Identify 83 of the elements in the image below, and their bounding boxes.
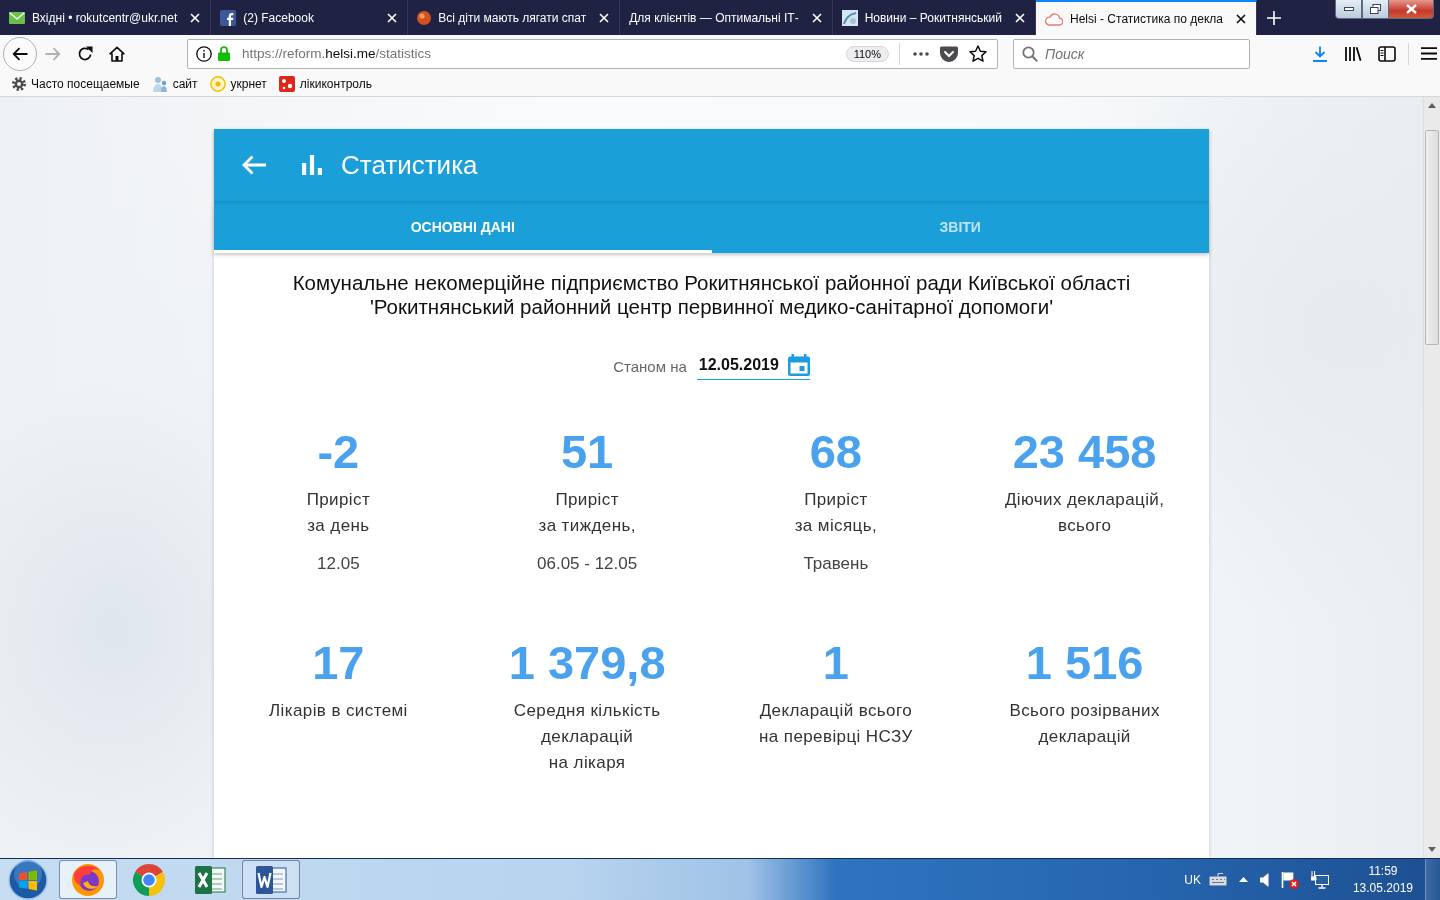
stat-period: 12.05 bbox=[317, 553, 360, 575]
chrome-icon bbox=[132, 862, 166, 897]
scrollbar[interactable] bbox=[1423, 97, 1440, 858]
pocket-icon[interactable] bbox=[940, 45, 958, 62]
menu-icon[interactable] bbox=[1421, 47, 1437, 60]
zoom-level-button[interactable]: 110% bbox=[845, 45, 889, 62]
start-orb-icon[interactable] bbox=[8, 859, 48, 900]
date-field[interactable]: 12.05.2019 bbox=[696, 354, 810, 380]
keyboard-icon[interactable] bbox=[1208, 873, 1227, 886]
close-window-button[interactable] bbox=[1389, 0, 1434, 19]
bar-chart-icon bbox=[302, 155, 322, 175]
spreadsheet-icon bbox=[194, 863, 226, 896]
star-icon[interactable] bbox=[969, 45, 987, 62]
back-arrow-icon[interactable] bbox=[241, 155, 266, 175]
gear-icon bbox=[12, 77, 26, 91]
stat-value: 23 458 bbox=[1012, 426, 1157, 478]
flag-icon[interactable] bbox=[1280, 870, 1299, 889]
close-icon[interactable] bbox=[1235, 13, 1246, 24]
stat-label: Приріст за місяць, bbox=[794, 489, 878, 537]
calendar-icon[interactable] bbox=[787, 354, 810, 376]
reload-icon[interactable] bbox=[77, 45, 93, 62]
back-arrow-icon bbox=[12, 46, 28, 61]
scroll-down-icon[interactable] bbox=[1428, 847, 1436, 852]
firefox-icon bbox=[71, 862, 105, 897]
scrollbar-thumb[interactable] bbox=[1425, 130, 1439, 345]
stat-label: Всього розірваних декларацій bbox=[1009, 700, 1160, 748]
stat-label: Декларацій всього на перевірці НСЗУ bbox=[759, 700, 913, 748]
thumbnail-icon bbox=[841, 9, 858, 26]
network-icon[interactable] bbox=[1310, 870, 1329, 889]
minimize-button[interactable] bbox=[1335, 0, 1362, 19]
date-label: Станом на bbox=[613, 358, 687, 377]
stat-label: Лікарів в системі bbox=[269, 700, 408, 722]
restore-button[interactable] bbox=[1362, 0, 1389, 19]
ring-icon bbox=[209, 76, 226, 92]
close-icon bbox=[1405, 4, 1417, 14]
cloud-icon bbox=[1045, 11, 1063, 26]
stat-label: Приріст за день bbox=[306, 489, 371, 537]
document-icon bbox=[255, 863, 287, 896]
taskbar-button[interactable] bbox=[242, 860, 300, 899]
minimize-icon bbox=[1343, 7, 1354, 11]
scroll-up-icon[interactable] bbox=[1428, 103, 1436, 108]
stat-label: Середня кількість декларацій на лікаря bbox=[513, 700, 661, 774]
lock-icon bbox=[218, 46, 230, 61]
stat-value: 17 bbox=[312, 637, 365, 689]
stat-label: Приріст за тиждень, bbox=[538, 489, 636, 537]
speaker-icon[interactable] bbox=[1259, 872, 1269, 887]
stat-label: Діючих декларацій, всього bbox=[1004, 489, 1165, 537]
stat-value: 1 379,8 bbox=[508, 637, 666, 689]
bookmark-link[interactable]: лікиконтроль bbox=[278, 76, 372, 92]
search-field[interactable]: Поиск bbox=[1013, 38, 1250, 69]
pills-icon bbox=[278, 76, 295, 92]
stat-value: -2 bbox=[317, 426, 360, 478]
bookmark-link[interactable]: укрнет bbox=[209, 76, 267, 92]
bookmark-link[interactable]: сайт bbox=[151, 76, 198, 92]
envelope-icon bbox=[9, 11, 25, 24]
people-icon bbox=[151, 76, 168, 92]
page-title: Статистика bbox=[341, 149, 478, 181]
home-icon[interactable] bbox=[109, 45, 125, 62]
download-icon[interactable] bbox=[1312, 45, 1328, 62]
clock[interactable]: 11:59 13.05.2019 bbox=[1346, 862, 1419, 897]
plus-icon[interactable] bbox=[1266, 10, 1281, 25]
taskbar-button[interactable] bbox=[59, 860, 117, 899]
stat-value: 51 bbox=[561, 426, 614, 478]
bookmark-link[interactable]: Часто посещаемые bbox=[12, 77, 140, 91]
stat-period: Травень bbox=[803, 553, 869, 575]
url-field[interactable]: https://reform.helsi.me/statistics bbox=[242, 46, 432, 61]
info-icon[interactable] bbox=[196, 45, 212, 62]
ball-icon bbox=[417, 10, 432, 25]
more-dots-icon[interactable] bbox=[913, 51, 929, 56]
sidebar-icon[interactable] bbox=[1378, 45, 1396, 62]
stat-period: 06.05 - 12.05 bbox=[537, 553, 638, 575]
browser-tab[interactable]: Helsi - Статистика по декла bbox=[1036, 0, 1257, 35]
back-button[interactable] bbox=[3, 36, 37, 71]
search-icon bbox=[1022, 45, 1038, 62]
restore-icon bbox=[1370, 4, 1381, 14]
language-indicator[interactable]: UK bbox=[1184, 872, 1201, 887]
organization-name: Комунальне некомерційне підприємство Рокитнянської районної ради Київської області 'Рокитнянський районний центр первинної медико-санітарної допомоги' bbox=[291, 271, 1132, 319]
library-icon[interactable] bbox=[1344, 45, 1362, 62]
stat-value: 1 bbox=[822, 637, 849, 689]
stat-value: 68 bbox=[809, 426, 862, 478]
caret-up-icon[interactable] bbox=[1238, 877, 1248, 882]
facebook-icon bbox=[220, 9, 237, 26]
stat-value: 1 516 bbox=[1025, 637, 1144, 689]
